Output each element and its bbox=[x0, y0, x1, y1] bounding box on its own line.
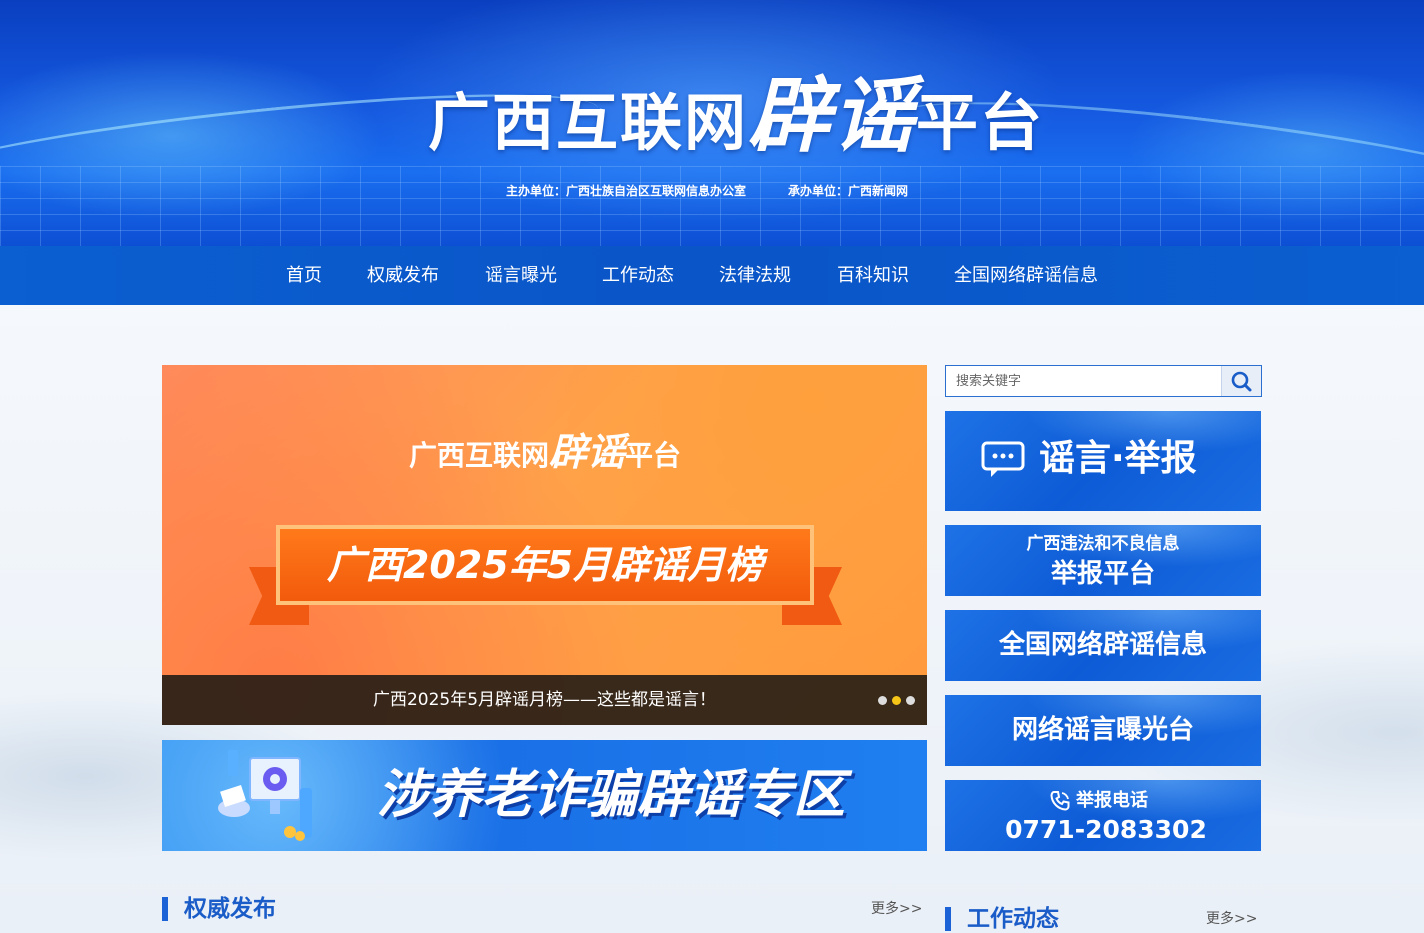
carousel-caption-bar[interactable]: 广西2025年5月辟谣月榜——这些都是谣言！ bbox=[162, 675, 927, 725]
rumor-report-label: 谣言·举报 bbox=[1039, 438, 1197, 479]
nav-item-laws[interactable]: 法律法规 bbox=[719, 246, 791, 305]
search-button[interactable] bbox=[1221, 366, 1261, 396]
site-header: 广西互联网辟谣平台 主办单位：广西壮族自治区互联网信息办公室 承办单位：广西新闻… bbox=[0, 0, 1424, 246]
work-news-more-link[interactable]: 更多>> bbox=[1206, 904, 1257, 933]
slide-logo: 广西互联网辟谣平台 bbox=[395, 427, 695, 477]
national-rumor-info-label: 全国网络辟谣信息 bbox=[998, 630, 1207, 660]
nav-item-rumor-exposure[interactable]: 谣言曝光 bbox=[485, 246, 557, 305]
platform-line1: 广西违法和不良信息 bbox=[1026, 534, 1180, 554]
site-title-part1: 广西互联网 bbox=[428, 86, 749, 159]
carousel-dot-3[interactable] bbox=[906, 696, 915, 705]
nav-item-work-news[interactable]: 工作动态 bbox=[602, 246, 674, 305]
elderly-fraud-banner-text: 涉养老诈骗辟谣专区 bbox=[377, 765, 846, 825]
carousel-caption[interactable]: 广西2025年5月辟谣月榜——这些都是谣言！ bbox=[162, 675, 927, 725]
work-news-section-head: 工作动态 更多>> bbox=[945, 904, 1262, 933]
search-input[interactable] bbox=[946, 366, 1222, 396]
section-bar-decoration bbox=[162, 897, 168, 921]
section-bar-decoration bbox=[945, 907, 951, 931]
official-release-section-head: 权威发布 更多>> bbox=[162, 894, 927, 924]
official-release-more-link[interactable]: 更多>> bbox=[871, 894, 922, 924]
slide-logo-part2: 平台 bbox=[625, 439, 682, 472]
slide-logo-part1: 广西互联网 bbox=[408, 439, 549, 472]
nav-item-encyclopedia[interactable]: 百科知识 bbox=[837, 246, 909, 305]
site-title-part2: 平台 bbox=[916, 86, 1045, 159]
monitor-illustration-icon bbox=[218, 750, 312, 841]
search-icon bbox=[1231, 371, 1252, 392]
site-title-highlight: 辟谣 bbox=[748, 69, 917, 164]
slide-headline: 广西2025年5月辟谣月榜 bbox=[276, 525, 814, 605]
site-logo-title[interactable]: 广西互联网辟谣平台 bbox=[428, 69, 1042, 164]
carousel-dot-1[interactable] bbox=[878, 696, 887, 705]
news-carousel[interactable]: 广西互联网辟谣平台 广西2025年5月辟谣月榜 广西2025年5月辟谣月榜——这… bbox=[162, 365, 927, 725]
official-release-title[interactable]: 权威发布 bbox=[184, 894, 276, 924]
main-nav: 首页 权威发布 谣言曝光 工作动态 法律法规 百科知识 全国网络辟谣信息 bbox=[0, 246, 1424, 305]
rumor-exposure-tile[interactable]: 网络谣言曝光台 bbox=[945, 695, 1261, 766]
nav-item-official-release[interactable]: 权威发布 bbox=[367, 246, 439, 305]
platform-line2: 举报平台 bbox=[1050, 559, 1155, 589]
rumor-report-tile[interactable]: 谣言·举报 bbox=[945, 411, 1261, 511]
nav-item-national-rumor-info[interactable]: 全国网络辟谣信息 bbox=[954, 246, 1098, 305]
report-phone-label: 举报电话 bbox=[1076, 790, 1148, 811]
sponsor-text: 主办单位：广西壮族自治区互联网信息办公室 bbox=[506, 184, 747, 198]
rumor-exposure-label: 网络谣言曝光台 bbox=[1011, 715, 1194, 745]
nav-item-home[interactable]: 首页 bbox=[286, 246, 322, 305]
organizer-text: 承办单位：广西新闻网 bbox=[788, 184, 909, 198]
carousel-dot-2[interactable] bbox=[892, 696, 901, 705]
phone-icon bbox=[1050, 791, 1070, 811]
chat-bubble-icon bbox=[981, 441, 1025, 477]
work-news-title[interactable]: 工作动态 bbox=[967, 904, 1059, 933]
report-phone-number: 0771-2083302 bbox=[1005, 815, 1207, 844]
guangxi-report-platform-tile[interactable]: 广西违法和不良信息 举报平台 bbox=[945, 525, 1261, 596]
elderly-fraud-banner[interactable]: 涉养老诈骗辟谣专区 bbox=[162, 740, 927, 851]
national-rumor-info-tile[interactable]: 全国网络辟谣信息 bbox=[945, 610, 1261, 681]
report-phone-tile[interactable]: 举报电话 0771-2083302 bbox=[945, 780, 1261, 851]
slide-logo-highlight: 辟谣 bbox=[548, 430, 625, 474]
search-box bbox=[945, 365, 1262, 397]
